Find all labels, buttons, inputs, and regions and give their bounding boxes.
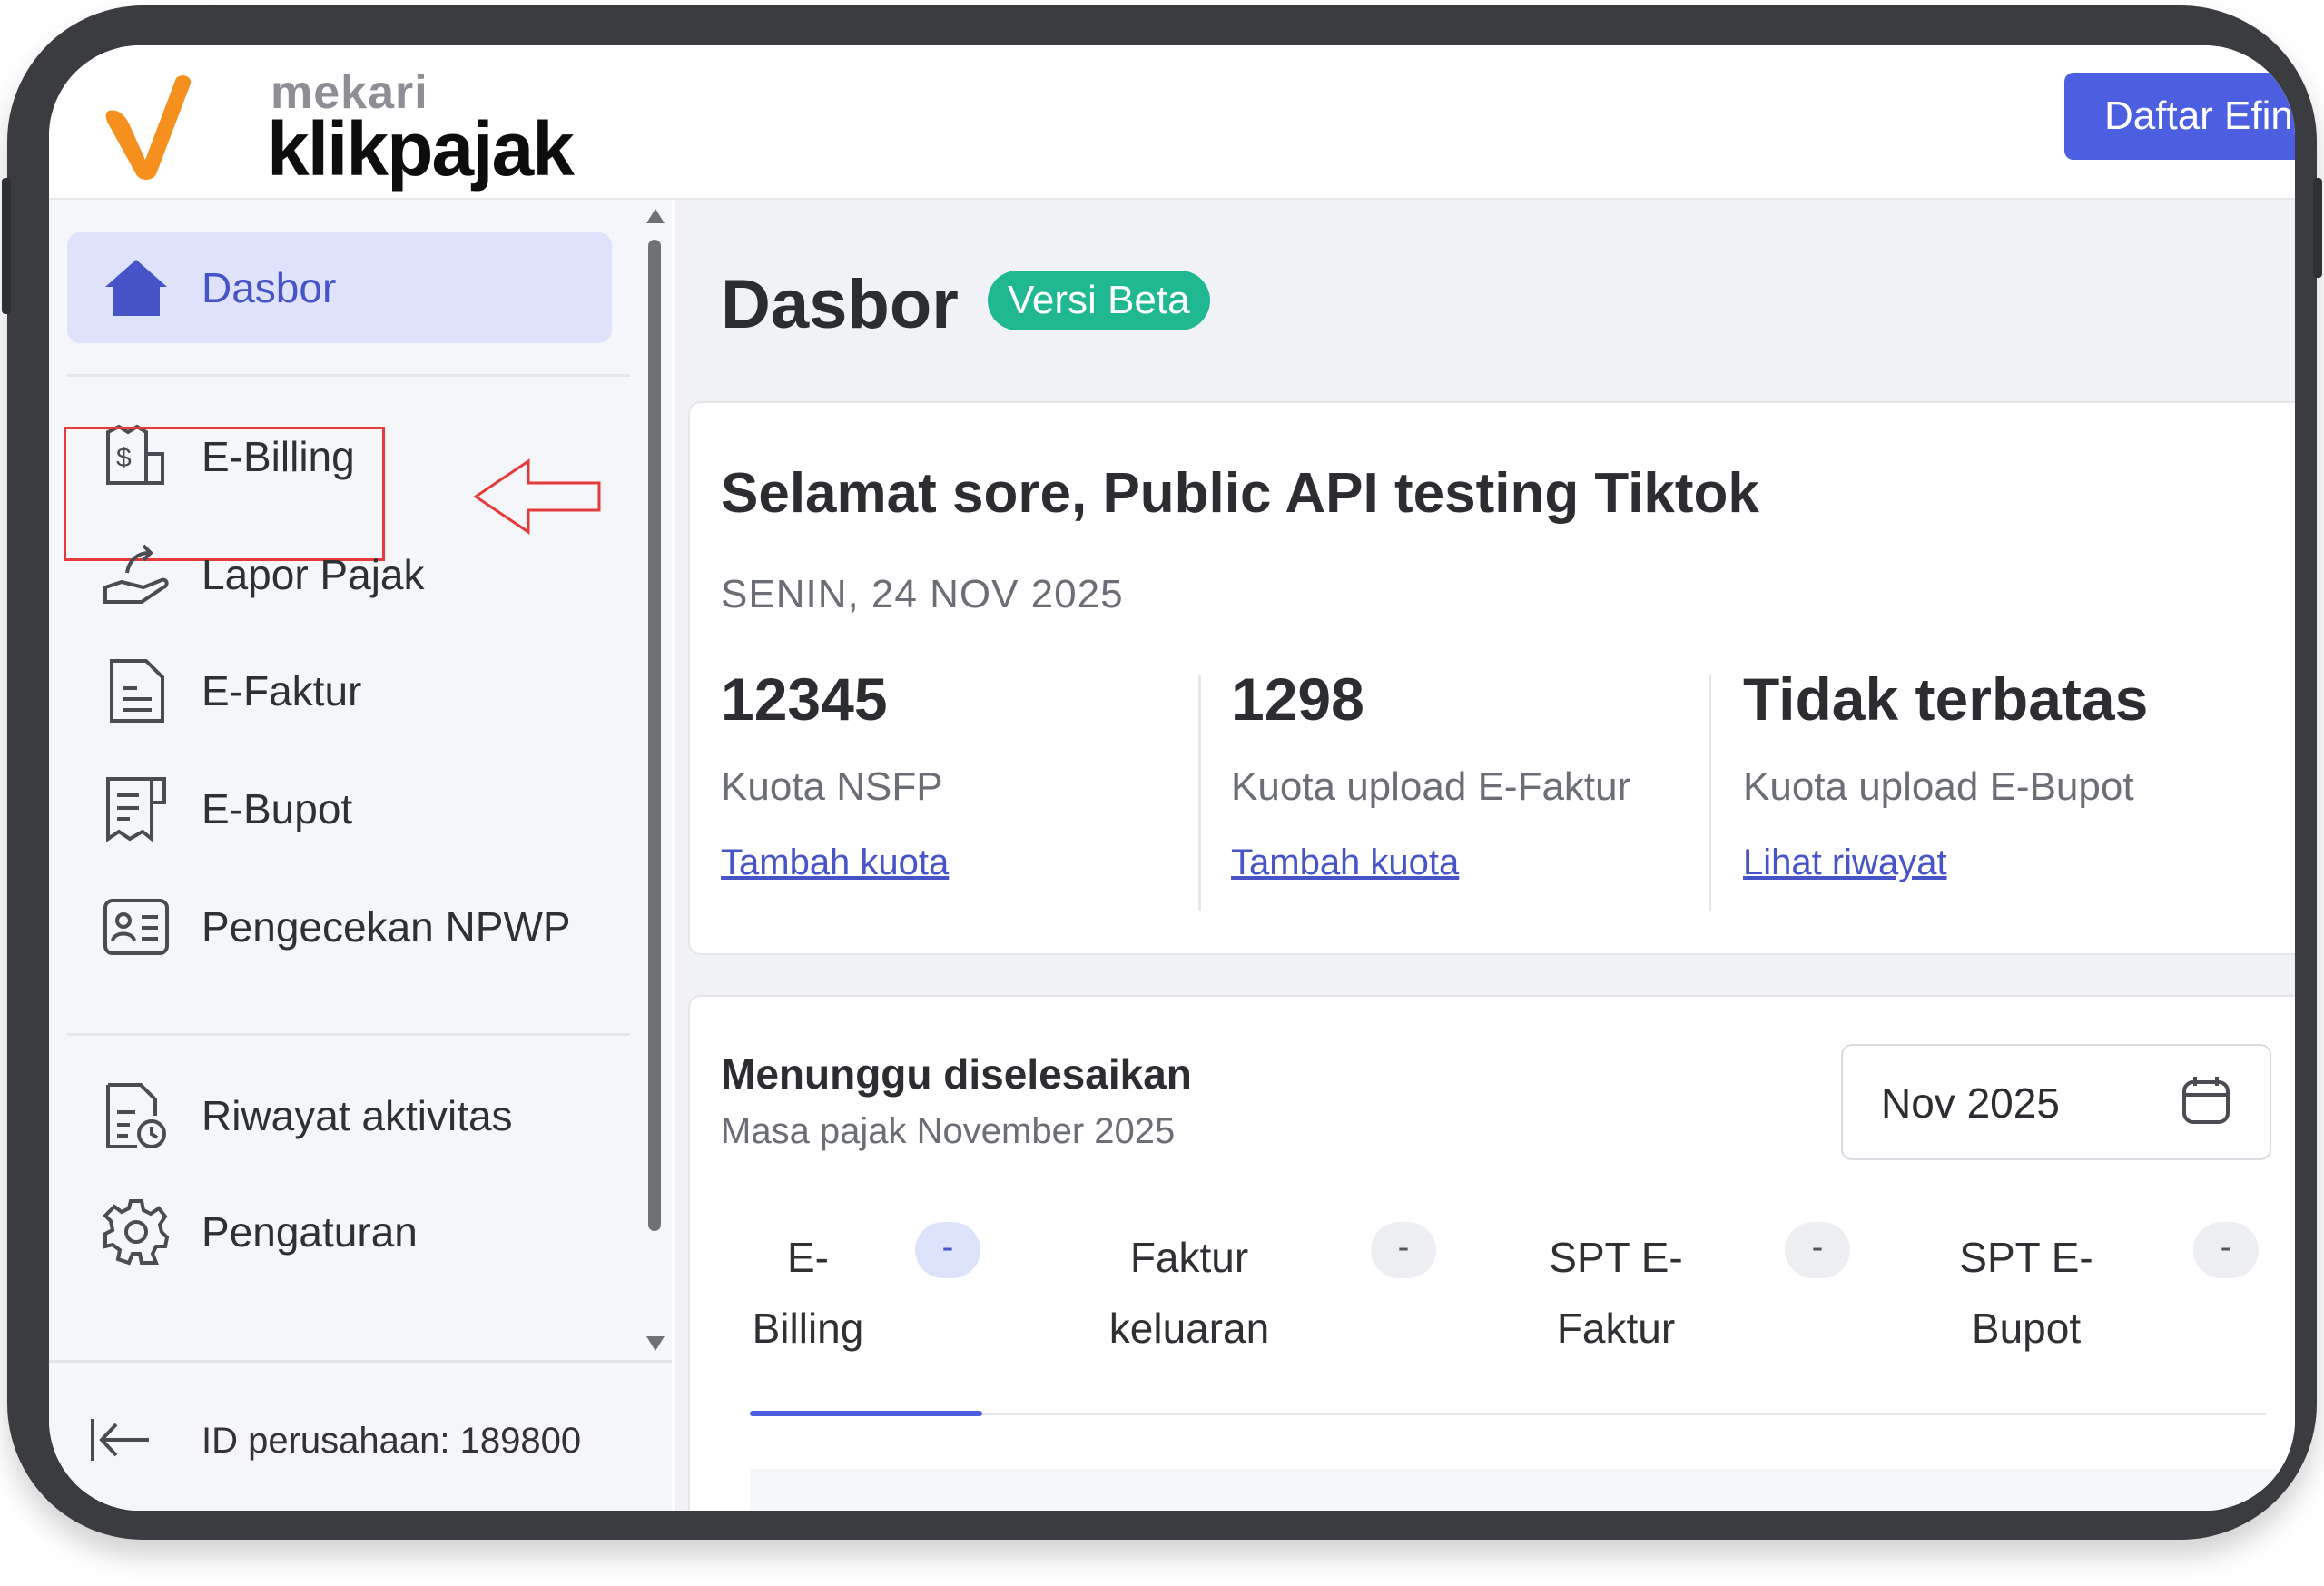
sidebar: Dasbor $ E-Billing Lapor Pajak E-Faktur … bbox=[49, 200, 672, 1511]
sidebar-item-e-bupot[interactable]: E-Bupot bbox=[67, 754, 612, 864]
stat-value: 1298 bbox=[1231, 665, 1364, 733]
device-button bbox=[2, 178, 11, 314]
tab-spt-e-bupot[interactable]: SPT E- Bupot bbox=[1926, 1222, 2126, 1364]
upload-report-icon bbox=[100, 538, 172, 611]
home-icon bbox=[100, 251, 172, 324]
klikpajak-logo[interactable]: mekari klikpajak bbox=[103, 62, 575, 198]
stat-caption: Kuota NSFP bbox=[721, 764, 943, 809]
sidebar-footer: ID perusahaan: 189800 bbox=[49, 1360, 672, 1511]
device-button bbox=[2313, 178, 2322, 278]
stat-kuota-ebupot: Tidak terbatas Kuota upload E-Bupot Liha… bbox=[1743, 665, 2233, 910]
tablet-frame: mekari klikpajak Daftar Efin Dasbor $ E-… bbox=[2, 5, 2322, 1540]
stat-value: 12345 bbox=[721, 665, 888, 733]
active-tab-indicator bbox=[750, 1411, 982, 1416]
stat-divider bbox=[1198, 675, 1201, 911]
sidebar-item-dasbor[interactable]: Dasbor bbox=[67, 232, 612, 343]
greeting-text: Selamat sore, Public API testing Tiktok bbox=[721, 462, 1759, 525]
history-icon bbox=[100, 1079, 172, 1152]
tab-count-badge: - bbox=[2193, 1222, 2259, 1278]
beta-badge: Versi Beta bbox=[988, 271, 1210, 330]
stat-kuota-nsfp: 12345 Kuota NSFP Tambah kuota bbox=[721, 665, 1211, 910]
month-picker[interactable]: Nov 2025 bbox=[1841, 1044, 2271, 1160]
tab-e-billing[interactable]: E- Billing bbox=[717, 1222, 899, 1364]
device-button bbox=[163, 5, 218, 15]
tab-label-line1: SPT E- bbox=[1549, 1234, 1683, 1281]
collapse-sidebar-icon[interactable] bbox=[89, 1415, 153, 1464]
logo-text-big: klikpajak bbox=[267, 106, 575, 192]
receipt-icon bbox=[100, 773, 172, 845]
month-value: Nov 2025 bbox=[1881, 1079, 2060, 1127]
sidebar-divider bbox=[67, 374, 630, 377]
tab-label-line1: E- bbox=[787, 1234, 829, 1281]
sidebar-divider bbox=[67, 1033, 630, 1036]
scroll-thumb[interactable] bbox=[648, 240, 661, 1231]
id-card-icon bbox=[100, 891, 172, 963]
stat-value: Tidak terbatas bbox=[1743, 665, 2149, 733]
tab-label-line2: Faktur bbox=[1556, 1305, 1676, 1352]
sidebar-item-lapor-pajak[interactable]: Lapor Pajak bbox=[67, 519, 612, 630]
tab-count-badge: - bbox=[915, 1222, 980, 1278]
tab-faktur-keluaran[interactable]: Faktur keluaran bbox=[1080, 1222, 1298, 1364]
sidebar-item-label: Lapor Pajak bbox=[202, 551, 425, 598]
lihat-riwayat-link[interactable]: Lihat riwayat bbox=[1743, 842, 1947, 883]
tab-label-line2: Billing bbox=[752, 1305, 864, 1352]
pending-subtitle: Masa pajak November 2025 bbox=[721, 1111, 1176, 1151]
tab-label-line2: keluaran bbox=[1108, 1305, 1270, 1352]
main-content: Dasbor Versi Beta Selamat sore, Public A… bbox=[675, 200, 2295, 1511]
tab-label-line2: Bupot bbox=[1971, 1305, 2082, 1352]
tab-spt-e-faktur[interactable]: SPT E- Faktur bbox=[1516, 1222, 1716, 1364]
scroll-up-icon[interactable] bbox=[645, 207, 666, 225]
company-id: ID perusahaan: 189800 bbox=[202, 1421, 582, 1461]
tambah-kuota-link[interactable]: Tambah kuota bbox=[1231, 842, 1459, 883]
pending-title: Menunggu diselesaikan bbox=[721, 1050, 1192, 1098]
sidebar-item-label: Riwayat aktivitas bbox=[202, 1092, 513, 1139]
sidebar-item-label: Dasbor bbox=[202, 264, 337, 311]
document-icon bbox=[100, 655, 172, 727]
current-date: SENIN, 24 NOV 2025 bbox=[721, 572, 1124, 616]
stat-divider bbox=[1709, 675, 1711, 911]
stat-caption: Kuota upload E-Bupot bbox=[1743, 764, 2134, 809]
sidebar-item-pengecekan-npwp[interactable]: Pengecekan NPWP bbox=[67, 872, 612, 982]
page-title: Dasbor bbox=[721, 266, 959, 343]
daftar-efin-button[interactable]: Daftar Efin bbox=[2064, 73, 2295, 160]
sidebar-item-label: E-Bupot bbox=[202, 785, 353, 832]
screen: mekari klikpajak Daftar Efin Dasbor $ E-… bbox=[49, 45, 2295, 1511]
sidebar-item-e-faktur[interactable]: E-Faktur bbox=[67, 635, 612, 746]
sidebar-item-label: Pengaturan bbox=[202, 1208, 418, 1256]
gear-icon bbox=[100, 1196, 172, 1268]
sidebar-item-pengaturan[interactable]: Pengaturan bbox=[67, 1177, 612, 1287]
sidebar-item-label: Pengecekan NPWP bbox=[202, 903, 571, 951]
pending-card: Menunggu diselesaikan Masa pajak Novembe… bbox=[688, 995, 2295, 1511]
top-header: mekari klikpajak Daftar Efin bbox=[49, 45, 2295, 200]
tab-label-line1: Faktur bbox=[1129, 1234, 1249, 1281]
tab-label-line1: SPT E- bbox=[1959, 1234, 2093, 1281]
table-area bbox=[750, 1469, 2295, 1511]
tab-count-badge: - bbox=[1371, 1222, 1436, 1278]
sidebar-scrollbar[interactable] bbox=[639, 200, 672, 1360]
stat-kuota-efaktur: 1298 Kuota upload E-Faktur Tambah kuota bbox=[1231, 665, 1721, 910]
calendar-icon bbox=[2182, 1077, 2230, 1124]
greeting-card: Selamat sore, Public API testing Tiktok … bbox=[688, 401, 2295, 955]
sidebar-item-riwayat-aktivitas[interactable]: Riwayat aktivitas bbox=[67, 1060, 612, 1171]
tab-count-badge: - bbox=[1785, 1222, 1850, 1278]
tambah-kuota-link[interactable]: Tambah kuota bbox=[721, 842, 949, 883]
checkmark-logo-icon bbox=[105, 75, 192, 180]
sidebar-item-label: E-Faktur bbox=[202, 667, 362, 714]
scroll-down-icon[interactable] bbox=[645, 1335, 666, 1353]
device-button bbox=[234, 5, 358, 15]
stat-caption: Kuota upload E-Faktur bbox=[1231, 764, 1631, 809]
